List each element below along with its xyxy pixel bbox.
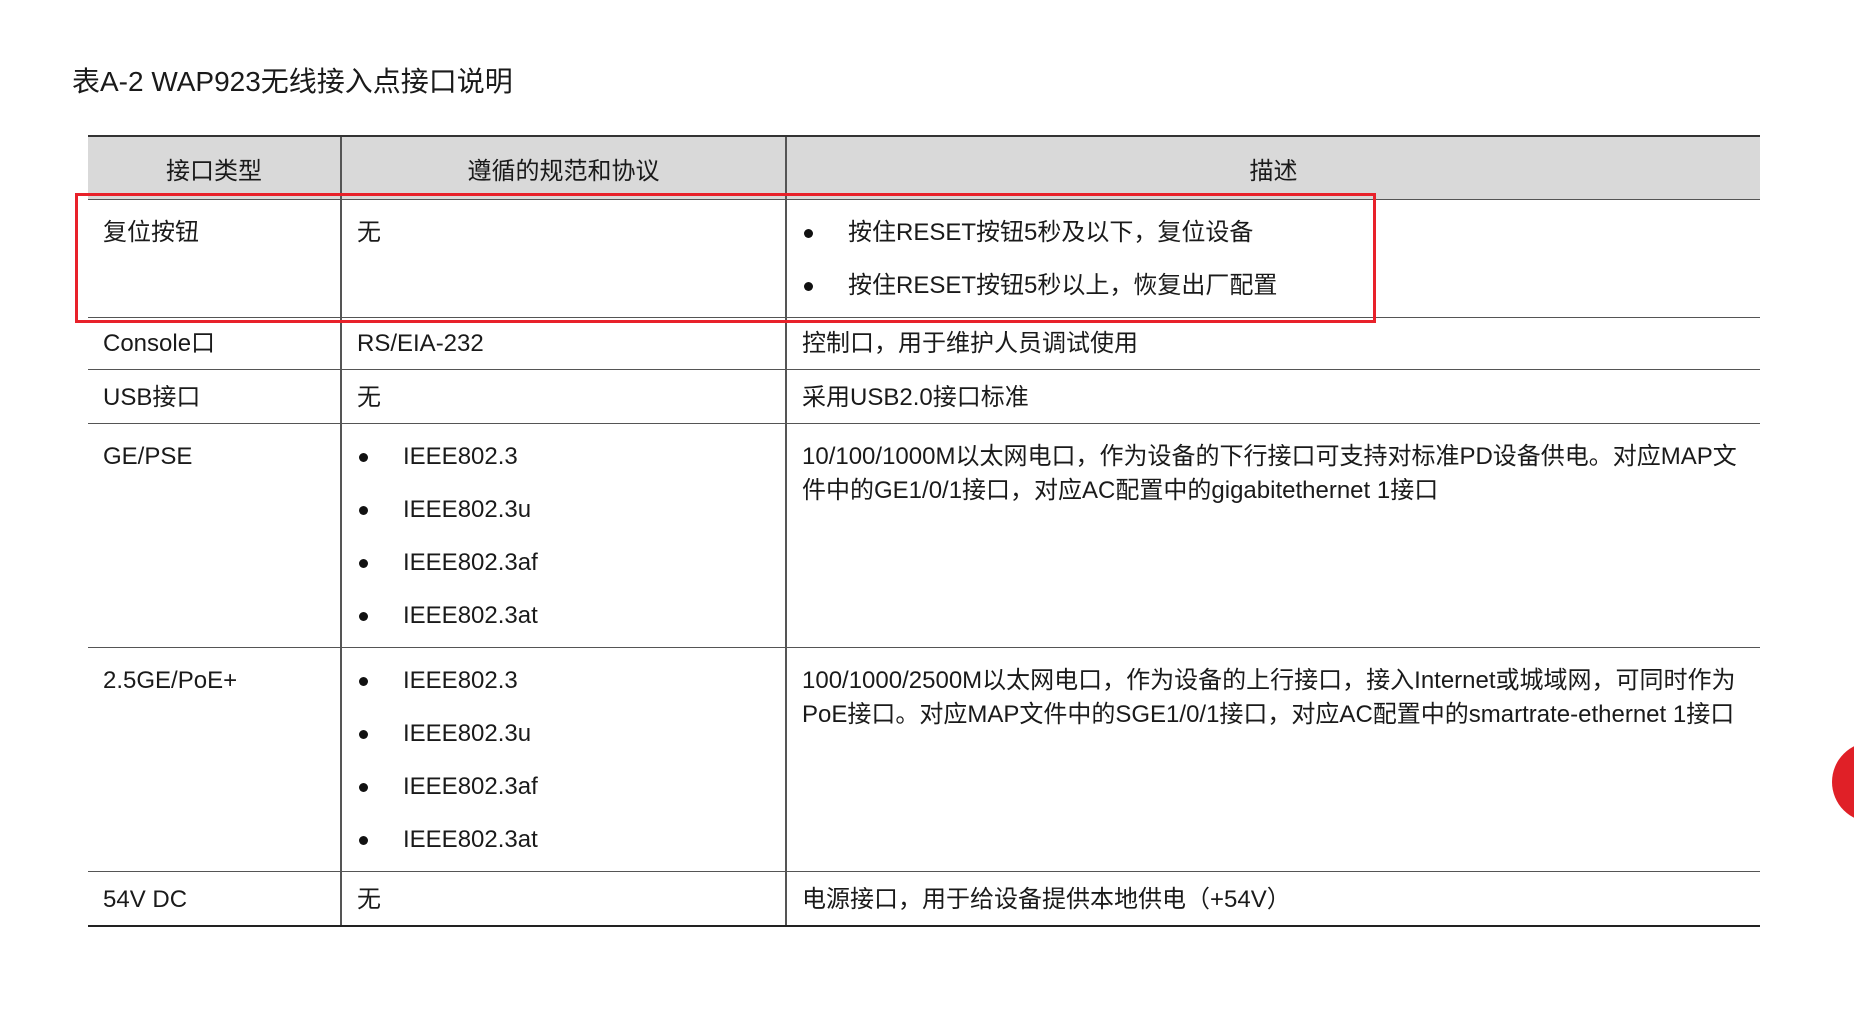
bullet-icon — [359, 559, 368, 568]
list-item: IEEE802.3 — [357, 664, 771, 698]
cell-standard: 无 — [340, 199, 786, 318]
list-item-text: IEEE802.3u — [403, 720, 532, 747]
table-row: GE/PSE IEEE802.3 IEEE802.3u IEEE802.3af … — [88, 423, 1760, 648]
list-item: IEEE802.3 — [357, 440, 771, 474]
description-line: 100/1000/2500M以太网电口，作为设备的上行接口，接入Internet… — [802, 667, 1736, 694]
standard-list: IEEE802.3 IEEE802.3u IEEE802.3af IEEE802… — [357, 440, 771, 633]
list-item-text: IEEE802.3u — [403, 496, 532, 523]
list-item-text: 按住RESET按钮5秒以上，恢复出厂配置 — [848, 272, 1278, 299]
header-standard: 遵循的规范和协议 — [340, 135, 786, 200]
table-row: 2.5GE/PoE+ IEEE802.3 IEEE802.3u IEEE802.… — [88, 647, 1760, 872]
list-item: 按住RESET按钮5秒及以下，复位设备 — [802, 216, 1746, 250]
header-description: 描述 — [785, 135, 1760, 200]
list-item: IEEE802.3at — [357, 823, 771, 857]
list-item-text: IEEE802.3at — [403, 602, 538, 629]
list-item: 按住RESET按钮5秒以上，恢复出厂配置 — [802, 269, 1746, 303]
cell-interface-type: 复位按钮 — [88, 199, 341, 318]
cell-interface-type: USB接口 — [88, 369, 341, 424]
description-line: 件中的GE1/0/1接口，对应AC配置中的gigabitethernet 1接口 — [802, 477, 1439, 504]
list-item-text: IEEE802.3af — [403, 549, 538, 576]
interface-table: 接口类型 遵循的规范和协议 描述 复位按钮 无 按住RESET按钮5秒及以下，复… — [88, 135, 1760, 927]
description-list: 按住RESET按钮5秒及以下，复位设备 按住RESET按钮5秒以上，恢复出厂配置 — [802, 216, 1746, 303]
cell-standard: RS/EIA-232 — [340, 317, 786, 370]
cell-description: 电源接口，用于给设备提供本地供电（+54V） — [785, 871, 1760, 927]
cell-description: 采用USB2.0接口标准 — [785, 369, 1760, 424]
list-item-text: IEEE802.3 — [403, 443, 518, 470]
cell-standard: IEEE802.3 IEEE802.3u IEEE802.3af IEEE802… — [340, 423, 786, 648]
bullet-icon — [359, 453, 368, 462]
cell-description: 10/100/1000M以太网电口，作为设备的下行接口可支持对标准PD设备供电。… — [785, 423, 1760, 648]
cell-description: 按住RESET按钮5秒及以下，复位设备 按住RESET按钮5秒以上，恢复出厂配置 — [785, 199, 1760, 318]
list-item-text: IEEE802.3af — [403, 773, 538, 800]
bullet-icon — [359, 677, 368, 686]
bullet-icon — [359, 783, 368, 792]
table-row: 54V DC 无 电源接口，用于给设备提供本地供电（+54V） — [88, 871, 1760, 927]
bullet-icon — [359, 730, 368, 739]
cell-interface-type: Console口 — [88, 317, 341, 370]
list-item: IEEE802.3af — [357, 770, 771, 804]
bullet-icon — [359, 612, 368, 621]
bullet-icon — [804, 229, 813, 238]
list-item: IEEE802.3u — [357, 717, 771, 751]
list-item-text: IEEE802.3at — [403, 826, 538, 853]
table-header-row: 接口类型 遵循的规范和协议 描述 — [88, 135, 1760, 200]
bullet-icon — [359, 506, 368, 515]
table-caption: 表A-2 WAP923无线接入点接口说明 — [72, 66, 513, 97]
cell-standard: 无 — [340, 871, 786, 927]
cell-standard: 无 — [340, 369, 786, 424]
description-line: 10/100/1000M以太网电口，作为设备的下行接口可支持对标准PD设备供电。… — [802, 443, 1737, 470]
list-item-text: 按住RESET按钮5秒及以下，复位设备 — [848, 219, 1254, 246]
table-row: 复位按钮 无 按住RESET按钮5秒及以下，复位设备 按住RESET按钮5秒以上… — [88, 199, 1760, 318]
table-row: USB接口 无 采用USB2.0接口标准 — [88, 369, 1760, 424]
table-row: Console口 RS/EIA-232 控制口，用于维护人员调试使用 — [88, 317, 1760, 370]
header-interface-type: 接口类型 — [88, 135, 341, 200]
list-item: IEEE802.3af — [357, 546, 771, 580]
cell-description: 100/1000/2500M以太网电口，作为设备的上行接口，接入Internet… — [785, 647, 1760, 872]
bullet-icon — [804, 282, 813, 291]
cell-standard: IEEE802.3 IEEE802.3u IEEE802.3af IEEE802… — [340, 647, 786, 872]
list-item: IEEE802.3u — [357, 493, 771, 527]
list-item: IEEE802.3at — [357, 599, 771, 633]
cell-interface-type: GE/PSE — [88, 423, 341, 648]
bullet-icon — [359, 836, 368, 845]
list-item-text: IEEE802.3 — [403, 667, 518, 694]
description-line: PoE接口。对应MAP文件中的SGE1/0/1接口，对应AC配置中的smartr… — [802, 701, 1735, 728]
cell-description: 控制口，用于维护人员调试使用 — [785, 317, 1760, 370]
cell-interface-type: 2.5GE/PoE+ — [88, 647, 341, 872]
floating-action-badge[interactable] — [1832, 742, 1854, 822]
standard-list: IEEE802.3 IEEE802.3u IEEE802.3af IEEE802… — [357, 664, 771, 857]
cell-interface-type: 54V DC — [88, 871, 341, 927]
